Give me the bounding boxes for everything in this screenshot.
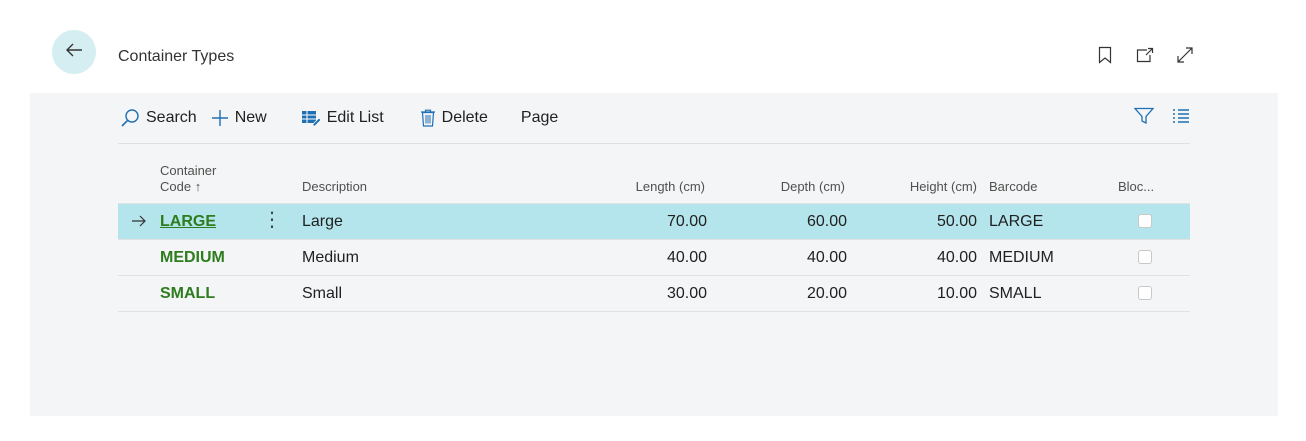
length-cell[interactable]: 70.00 [522, 203, 707, 240]
open-in-new-window-icon[interactable] [1134, 44, 1156, 66]
new-button[interactable]: New [211, 109, 267, 127]
blocked-cell [1099, 275, 1190, 312]
page-label: Page [520, 109, 559, 126]
row-indicator-cell [118, 239, 160, 276]
delete-button[interactable]: Delete [420, 109, 488, 127]
list-view-icon[interactable] [1172, 108, 1190, 128]
search-label: Search [146, 109, 197, 126]
barcode-cell[interactable]: LARGE [989, 203, 1099, 240]
row-indicator-cell [118, 275, 160, 312]
height-cell[interactable]: 10.00 [847, 275, 989, 312]
table-row[interactable]: SMALL Small 30.00 20.00 10.00 SMALL [118, 275, 1190, 312]
current-row-arrow-icon [118, 203, 160, 240]
column-header-description[interactable]: Description [302, 163, 522, 204]
depth-cell[interactable]: 20.00 [707, 275, 847, 312]
delete-label: Delete [441, 109, 488, 126]
edit-list-button[interactable]: Edit List [301, 109, 384, 127]
description-cell[interactable]: Large [302, 203, 522, 240]
container-code-link[interactable]: MEDIUM [160, 249, 225, 266]
filter-icon[interactable] [1133, 107, 1155, 130]
description-cell[interactable]: Small [302, 275, 522, 312]
column-header-height[interactable]: Height (cm) [847, 163, 989, 204]
blocked-cell [1099, 203, 1190, 240]
back-arrow-icon [64, 40, 84, 65]
back-button[interactable] [52, 30, 96, 74]
column-header-blocked[interactable]: Bloc... [1099, 163, 1190, 204]
arrow-column-header [118, 163, 160, 204]
page-title: Container Types [118, 48, 235, 65]
container-types-table: Container Code ↑ Description Length (cm)… [118, 163, 1190, 312]
column-header-code-line1: Container [160, 163, 217, 178]
page-menu-button[interactable]: Page [521, 109, 558, 127]
blocked-checkbox[interactable] [1137, 250, 1152, 265]
action-bar: Search New Edit List Delete Page [118, 93, 1190, 144]
height-cell[interactable]: 40.00 [847, 239, 989, 276]
blocked-cell [1099, 239, 1190, 276]
blocked-checkbox[interactable] [1137, 286, 1152, 301]
list-content: Search New Edit List Delete Page Contain… [30, 93, 1278, 416]
search-button[interactable]: Search [120, 108, 197, 128]
row-actions-cell [262, 275, 302, 312]
edit-list-icon [301, 109, 321, 127]
expand-icon[interactable] [1174, 44, 1196, 66]
depth-cell[interactable]: 60.00 [707, 203, 847, 240]
blocked-checkbox[interactable] [1137, 214, 1152, 229]
bookmark-icon[interactable] [1094, 44, 1116, 66]
edit-list-label: Edit List [326, 109, 384, 126]
row-actions-cell [262, 239, 302, 276]
row-actions-icon[interactable]: ⋮ [262, 209, 282, 231]
delete-icon [420, 109, 436, 127]
length-cell[interactable]: 40.00 [522, 239, 707, 276]
table-row[interactable]: LARGE ⋮ Large 70.00 60.00 50.00 LARGE [118, 203, 1190, 240]
toolbar-right [1133, 93, 1190, 143]
container-code-link[interactable]: LARGE [160, 213, 216, 230]
column-header-length[interactable]: Length (cm) [522, 163, 707, 204]
column-header-depth[interactable]: Depth (cm) [707, 163, 847, 204]
height-cell[interactable]: 50.00 [847, 203, 989, 240]
description-cell[interactable]: Medium [302, 239, 522, 276]
barcode-cell[interactable]: SMALL [989, 275, 1099, 312]
plus-icon [211, 109, 229, 127]
actions-column-header [262, 163, 302, 204]
container-code-link[interactable]: SMALL [160, 285, 215, 302]
column-header-code-line2: Code ↑ [160, 179, 202, 194]
length-cell[interactable]: 30.00 [522, 275, 707, 312]
page-actions [1094, 44, 1196, 66]
search-icon [120, 108, 140, 128]
column-header-barcode[interactable]: Barcode [989, 163, 1099, 204]
table-row[interactable]: MEDIUM Medium 40.00 40.00 40.00 MEDIUM [118, 239, 1190, 276]
barcode-cell[interactable]: MEDIUM [989, 239, 1099, 276]
depth-cell[interactable]: 40.00 [707, 239, 847, 276]
column-header-container-code[interactable]: Container Code ↑ [160, 163, 262, 204]
new-label: New [234, 109, 267, 126]
